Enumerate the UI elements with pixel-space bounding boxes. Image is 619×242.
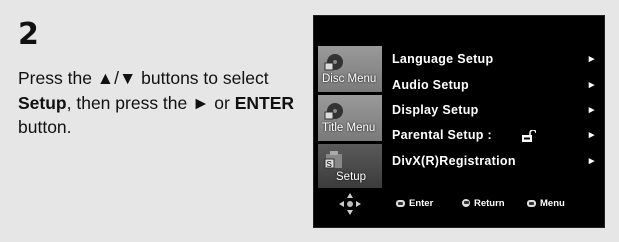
tab-title-menu[interactable]: Title Menu [318,95,382,141]
right-arrow-icon: ► [586,105,597,116]
menu-item-audio-setup[interactable]: Audio Setup ► [392,78,597,98]
tv-screen: Disc Menu Title Menu S Setup Language Se… [313,15,605,228]
tab-label: Setup [336,171,367,183]
bottom-help-bar: Enter Return Menu [314,188,604,220]
instructions-text-3: button. [18,117,72,137]
title-icon [324,103,343,120]
tab-label: Title Menu [322,122,376,134]
instructions-bold-enter: ENTER [234,92,295,113]
svg-text:S: S [327,160,332,169]
tab-disc-menu[interactable]: Disc Menu [318,46,382,92]
right-arrow-icon: ► [586,130,597,141]
menu-item-label: Audio Setup [392,78,469,92]
enter-button-icon [396,199,405,207]
return-hint: Return [462,198,505,209]
setup-icon: S [324,151,342,169]
menu-hint: Menu [527,198,565,209]
menu-item-divx-registration[interactable]: DivX(R)Registration ► [392,154,597,174]
menu-item-parental-setup[interactable]: Parental Setup : ► [392,128,597,148]
right-arrow-icon: ► [586,80,597,91]
enter-hint: Enter [396,198,433,209]
menu-item-label: Display Setup [392,103,479,117]
right-arrow-icon: ► [586,156,597,167]
screen-top-bar [314,16,604,46]
menu-button-icon [527,199,536,207]
tab-label: Disc Menu [322,73,377,85]
menu-item-label: DivX(R)Registration [392,154,516,168]
return-button-icon [462,199,470,208]
step-number: 2 [18,17,39,52]
enter-hint-label: Enter [409,198,434,209]
instructions-bold-setup: Setup [18,92,67,113]
menu-item-label: Language Setup [392,52,494,66]
tab-setup[interactable]: S Setup [318,144,382,190]
right-arrow-icon: ► [586,54,597,65]
disc-icon [324,54,343,71]
menu-hint-label: Menu [540,198,565,209]
instructions: Press the ▲/▼ buttons to select Setup, t… [18,66,298,140]
menu-item-display-setup[interactable]: Display Setup ► [392,103,597,123]
instructions-text-2: , then press the ► or [66,92,235,113]
navigation-pad-icon [339,193,361,215]
instructions-text-1: Press the ▲/▼ buttons to select [18,68,269,88]
return-hint-label: Return [474,198,505,209]
setup-menu-panel: Language Setup ► Audio Setup ► Display S… [382,46,604,172]
menu-item-label: Parental Setup : [392,128,492,142]
lock-icon [522,130,536,142]
menu-item-language-setup[interactable]: Language Setup ► [392,52,597,72]
